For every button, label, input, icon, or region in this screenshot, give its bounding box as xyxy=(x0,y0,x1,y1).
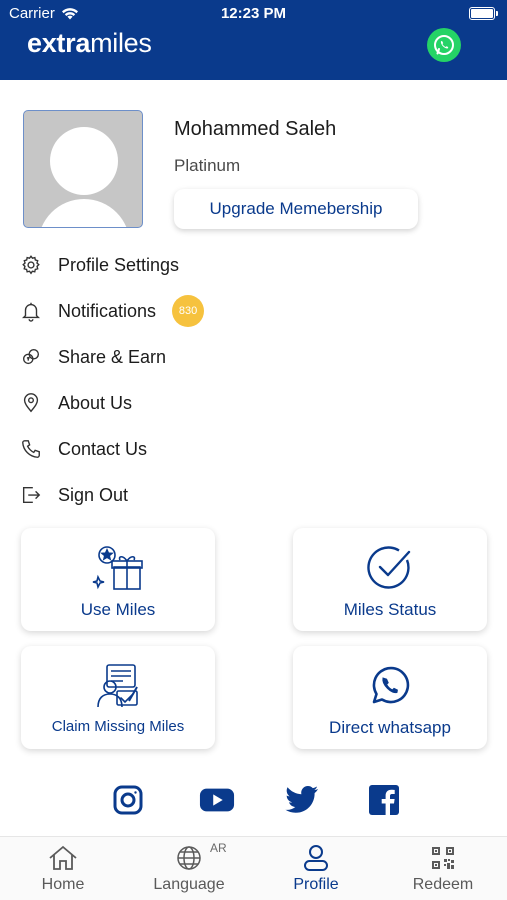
miles-status-card[interactable]: Miles Status xyxy=(293,528,487,631)
menu-item-profile-settings[interactable]: Profile Settings xyxy=(20,245,480,285)
social-links xyxy=(0,782,507,822)
user-name: Mohammed Saleh xyxy=(174,118,337,140)
use-miles-card[interactable]: Use Miles xyxy=(21,528,215,631)
claim-missing-miles-label: Claim Missing Miles xyxy=(51,718,185,735)
menu-item-label: Share & Earn xyxy=(58,346,167,367)
clock: 12:23 PM xyxy=(220,5,287,22)
whatsapp-outline-icon xyxy=(367,660,413,712)
tab-profile[interactable]: Profile xyxy=(253,837,379,900)
phone-icon xyxy=(20,437,50,461)
menu-item-label: Contact Us xyxy=(58,438,148,459)
battery-icon xyxy=(469,7,498,20)
tab-redeem-label: Redeem xyxy=(412,876,474,893)
check-circle-icon xyxy=(365,542,415,594)
share-earn-icon xyxy=(20,345,50,369)
membership-tier: Platinum xyxy=(174,156,241,175)
menu-item-about-us[interactable]: About Us xyxy=(20,383,480,423)
miles-status-label: Miles Status xyxy=(343,600,437,619)
tab-home-label: Home xyxy=(41,876,85,893)
home-icon xyxy=(48,844,78,872)
menu-item-label: Profile Settings xyxy=(58,254,180,275)
globe-icon xyxy=(176,844,202,872)
qr-code-icon xyxy=(430,844,456,872)
logo-bold-text: extra xyxy=(27,28,91,58)
menu-item-sign-out[interactable]: Sign Out xyxy=(20,475,480,515)
tab-language-label: Language xyxy=(153,876,225,893)
app-header: Carrier 12:23 PM extramiles xyxy=(0,0,507,80)
claim-form-icon xyxy=(93,660,143,712)
gift-rewards-icon xyxy=(92,542,144,594)
status-bar: Carrier 12:23 PM xyxy=(0,0,507,26)
direct-whatsapp-label: Direct whatsapp xyxy=(329,718,451,737)
user-icon xyxy=(303,844,329,872)
tab-redeem[interactable]: Redeem xyxy=(380,837,506,900)
sign-out-icon xyxy=(20,483,50,507)
menu-item-label: Notifications xyxy=(58,300,157,321)
bottom-tab-bar: Home AR Language Profile Redeem xyxy=(0,836,507,900)
facebook-icon[interactable] xyxy=(366,782,402,818)
logo-light-text: miles xyxy=(90,28,152,58)
avatar[interactable] xyxy=(23,110,143,228)
menu-item-contact-us[interactable]: Contact Us xyxy=(20,429,480,469)
menu-item-label: About Us xyxy=(58,392,133,413)
bell-icon xyxy=(20,299,50,323)
tab-home[interactable]: Home xyxy=(0,837,126,900)
menu-item-share-earn[interactable]: Share & Earn xyxy=(20,337,480,377)
gear-icon xyxy=(20,253,50,277)
tab-profile-label: Profile xyxy=(293,876,339,893)
language-ar-tag: AR xyxy=(210,841,227,855)
instagram-icon[interactable] xyxy=(110,782,146,818)
notification-count-badge: 830 xyxy=(172,295,205,327)
direct-whatsapp-card[interactable]: Direct whatsapp xyxy=(293,646,487,749)
upgrade-membership-button[interactable]: Upgrade Memebership xyxy=(174,189,418,229)
menu-item-notifications[interactable]: Notifications 830 xyxy=(20,291,480,331)
app-logo: extramiles xyxy=(27,28,152,59)
use-miles-label: Use Miles xyxy=(80,600,156,619)
youtube-icon[interactable] xyxy=(199,782,235,818)
menu-item-label: Sign Out xyxy=(58,484,129,505)
twitter-icon[interactable] xyxy=(284,782,320,818)
tab-language[interactable]: AR Language xyxy=(126,837,252,900)
whatsapp-icon[interactable] xyxy=(427,28,461,62)
claim-missing-miles-card[interactable]: Claim Missing Miles xyxy=(21,646,215,749)
location-pin-icon xyxy=(20,391,50,415)
